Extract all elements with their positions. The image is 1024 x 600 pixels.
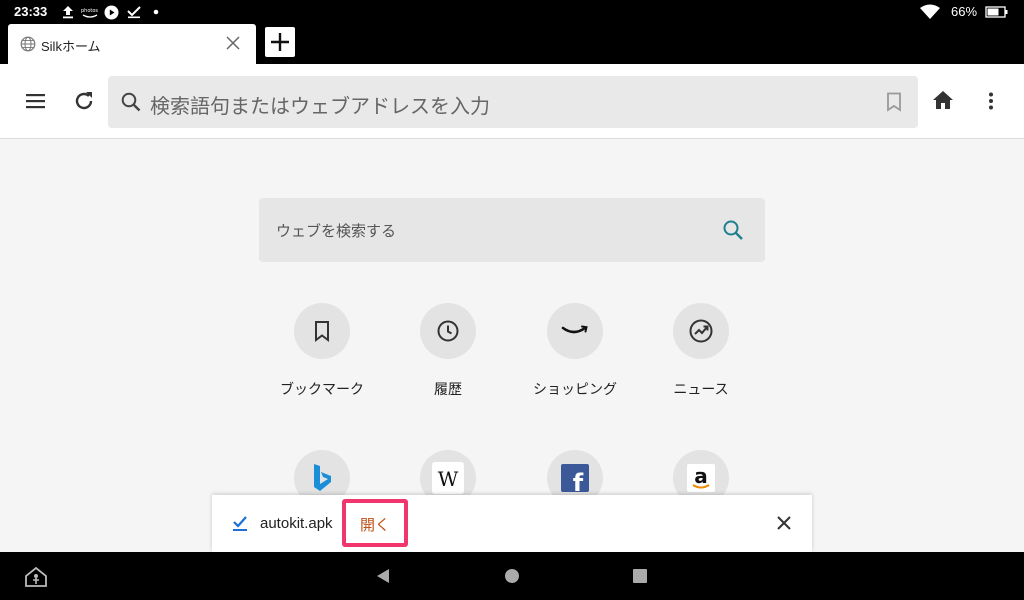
shortcut-label: 履歴 [434, 382, 462, 398]
home-icon[interactable] [932, 90, 954, 114]
web-search-box[interactable]: ウェブを検索する [259, 198, 765, 262]
more-icon[interactable] [986, 91, 996, 115]
reload-icon[interactable] [72, 89, 96, 117]
battery-icon [985, 3, 1009, 21]
dot-icon [153, 3, 159, 21]
clock: 23:33 [14, 4, 48, 19]
tab-silk-home[interactable]: Silkホーム [8, 24, 256, 64]
download-filename: autokit.apk [260, 515, 333, 532]
shortcut-bookmarks[interactable]: ブックマーク [262, 303, 382, 399]
web-search-placeholder: ウェブを検索する [276, 222, 397, 240]
search-icon [120, 91, 142, 117]
shortcut-shopping[interactable]: ショッピング [515, 303, 635, 399]
navigation-bar [0, 552, 1024, 600]
download-bar: autokit.apk 開く [212, 495, 812, 552]
wifi-icon [919, 3, 941, 21]
upload-icon [62, 3, 74, 21]
battery-percentage: 66% [951, 4, 978, 19]
tab-strip: Silkホーム [0, 24, 1024, 64]
check-icon [127, 3, 141, 21]
amazon-smile-icon [547, 303, 603, 359]
photos-icon: photos [80, 3, 100, 21]
shortcut-label: ニュース [673, 382, 729, 398]
bookmark-icon[interactable] [886, 92, 902, 116]
shortcut-history[interactable]: 履歴 [388, 303, 508, 399]
open-button[interactable]: 開く [360, 514, 390, 535]
tab-title: Silkホーム [41, 39, 101, 54]
shortcut-news[interactable]: ニュース [641, 303, 761, 399]
svg-text:a: a [694, 464, 708, 488]
shortcut-label: ショッピング [533, 382, 617, 398]
close-tab-icon[interactable] [225, 35, 241, 55]
address-placeholder: 検索語句またはウェブアドレスを入力 [150, 94, 490, 118]
play-icon [104, 3, 119, 21]
search-icon[interactable] [722, 219, 744, 245]
bookmark-icon [294, 303, 350, 359]
trending-icon [673, 303, 729, 359]
svg-text:W: W [438, 467, 459, 491]
back-icon[interactable] [374, 567, 392, 589]
plus-icon [271, 33, 289, 51]
screen: 23:33 photos 66% Silkホーム 検索語句またはウェブアドレスを… [0, 0, 1024, 600]
history-icon [420, 303, 476, 359]
download-complete-icon [232, 515, 248, 537]
status-bar: 23:33 photos 66% [0, 0, 1024, 24]
shortcut-label: ブックマーク [280, 382, 364, 398]
recents-icon[interactable] [632, 568, 648, 588]
svg-text:photos: photos [81, 8, 98, 14]
browser-toolbar: 検索語句またはウェブアドレスを入力 [0, 64, 1024, 139]
globe-icon [20, 36, 36, 56]
home-nav-icon[interactable] [504, 568, 520, 588]
close-icon[interactable] [776, 515, 792, 535]
address-bar[interactable]: 検索語句またはウェブアドレスを入力 [108, 76, 918, 128]
menu-icon[interactable] [25, 91, 47, 115]
accessibility-icon[interactable] [25, 566, 47, 591]
svg-text:f: f [573, 469, 584, 493]
new-tab-button[interactable] [265, 27, 295, 57]
open-button-highlight: 開く [342, 499, 408, 547]
